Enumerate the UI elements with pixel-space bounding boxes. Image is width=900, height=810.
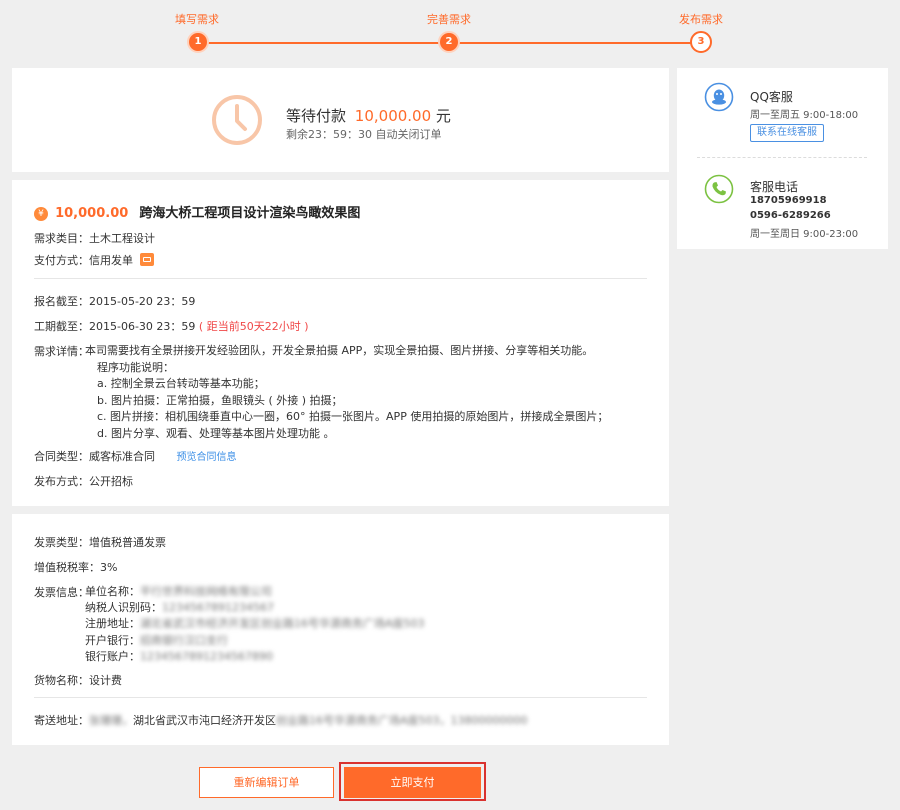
credit-icon <box>139 253 154 266</box>
payment-amount: 10,000.00 <box>354 107 432 125</box>
account-label: 银行账户： <box>85 649 140 663</box>
detail-label: 需求详情： <box>34 345 89 358</box>
detail-line: c. 图片拼接：相机围绕垂直中心一圈，60° 拍摄一张图片。APP 使用拍摄的原… <box>97 410 609 424</box>
qq-icon <box>704 82 734 112</box>
step-3-dot: 3 <box>690 31 712 53</box>
contract-type: 合同类型：威客标准合同 <box>34 450 155 463</box>
phone-number-2: 0596-6289266 <box>750 210 831 221</box>
phone-hours: 周一至周日 9:00-23:00 <box>750 229 859 240</box>
invoice-info-label: 发票信息： <box>34 586 89 599</box>
contract-preview-link[interactable]: 预览合同信息 <box>177 452 237 463</box>
contact-online-button[interactable]: 联系在线客服 <box>750 124 824 142</box>
signup-deadline: 报名截至：2015-05-20 23：59 <box>34 295 196 308</box>
invoice-type: 发票类型：增值税普通发票 <box>34 536 166 549</box>
company-name-value: 平行世界科技网络有限公司 <box>140 585 272 598</box>
qq-title: QQ客服 <box>750 90 793 104</box>
payment-title: 等待付款 <box>286 107 347 125</box>
address-clear: 湖北省武汉市沌口经济开发区 <box>133 714 276 727</box>
publish-method: 发布方式：公开招标 <box>34 475 133 488</box>
qq-hours: 周一至周五 9:00-18:00 <box>750 110 859 121</box>
work-deadline: 工期截至：2015-06-30 23：59 <box>34 320 196 333</box>
detail-line: 程序功能说明： <box>97 360 174 374</box>
divider <box>34 278 647 279</box>
tax-id-label: 纳税人识别码： <box>85 601 162 615</box>
phone-icon <box>704 174 734 204</box>
invoice-card: 发票类型：增值税普通发票 增值税税率：3% 发票信息： 单位名称：平行世界科技网… <box>12 514 669 745</box>
address-name: 张珊珊， <box>89 714 133 727</box>
pay-now-button[interactable]: 立即支付 <box>344 767 481 798</box>
order-price: 10,000.00 <box>55 206 129 221</box>
step-2-label: 完善需求 <box>427 13 471 26</box>
goods-name: 货物名称：设计费 <box>34 674 122 687</box>
invoice-info: 单位名称：平行世界科技网络有限公司 纳税人识别码：123456789123456… <box>85 584 425 665</box>
clock-icon <box>211 94 263 146</box>
step-2-dot: 2 <box>438 31 460 53</box>
step-3-label: 发布需求 <box>679 13 723 26</box>
work-remaining: ( 距当前50天22小时 ) <box>198 320 309 333</box>
order-title: 跨海大桥工程项目设计渲染鸟瞰效果图 <box>139 206 361 221</box>
address-label: 寄送地址： <box>34 714 89 727</box>
countdown-text: 剩余23：59：30 自动关闭订单 <box>286 128 442 141</box>
bank-label: 开户银行： <box>85 633 140 647</box>
service-card: QQ客服 周一至周五 9:00-18:00 联系在线客服 客服电话 187059… <box>677 68 888 249</box>
detail-line: b. 图片拍摄：正常拍摄，鱼眼镜头 ( 外接 ) 拍摄； <box>97 393 343 407</box>
reg-address-value: 湖北省武汉市经济开发区创业路16号华源商务广场A座503 <box>140 617 425 631</box>
address-blurred: 创业路16号华源商务广场A座503，13800000000 <box>276 714 528 727</box>
detail-line: 本司需要找有全景拼接开发经验团队，开发全景拍摄 APP，实现全景拍摄、图片拼接、… <box>85 344 594 357</box>
company-name-label: 单位名称： <box>85 585 140 598</box>
payment-status-card: 等待付款 10,000.00 元 剩余23：59：30 自动关闭订单 <box>12 68 669 172</box>
invoice-tax-rate: 增值税税率：3% <box>34 561 118 574</box>
edit-order-button[interactable]: 重新编辑订单 <box>199 767 334 798</box>
payment-unit: 元 <box>435 107 451 125</box>
detail-line: d. 图片分享、观看、处理等基本图片处理功能 。 <box>97 426 335 440</box>
tax-id-value: 1234567891234567 <box>162 601 274 615</box>
currency-icon: ¥ <box>34 207 48 221</box>
service-divider <box>697 157 867 158</box>
reg-address-label: 注册地址： <box>85 617 140 631</box>
step-1-label: 填写需求 <box>175 13 219 26</box>
order-category: 需求类目：土木工程设计 <box>34 232 155 245</box>
detail-line: a. 控制全景云台转动等基本功能； <box>97 377 265 391</box>
pay-method: 支付方式：信用发单 <box>34 254 133 267</box>
step-1-dot: 1 <box>187 31 209 53</box>
phone-title: 客服电话 <box>750 180 799 194</box>
account-value: 1234567891234567890 <box>140 649 273 663</box>
phone-number-1: 18705969918 <box>750 195 827 206</box>
detail-text: 本司需要找有全景拼接开发经验团队，开发全景拍摄 APP，实现全景拍摄、图片拼接、… <box>85 343 608 443</box>
bank-value: 招商银行汉口支行 <box>140 633 228 647</box>
divider <box>34 697 647 698</box>
order-details-card: ¥ 10,000.00 跨海大桥工程项目设计渲染鸟瞰效果图 需求类目：土木工程设… <box>12 180 669 506</box>
